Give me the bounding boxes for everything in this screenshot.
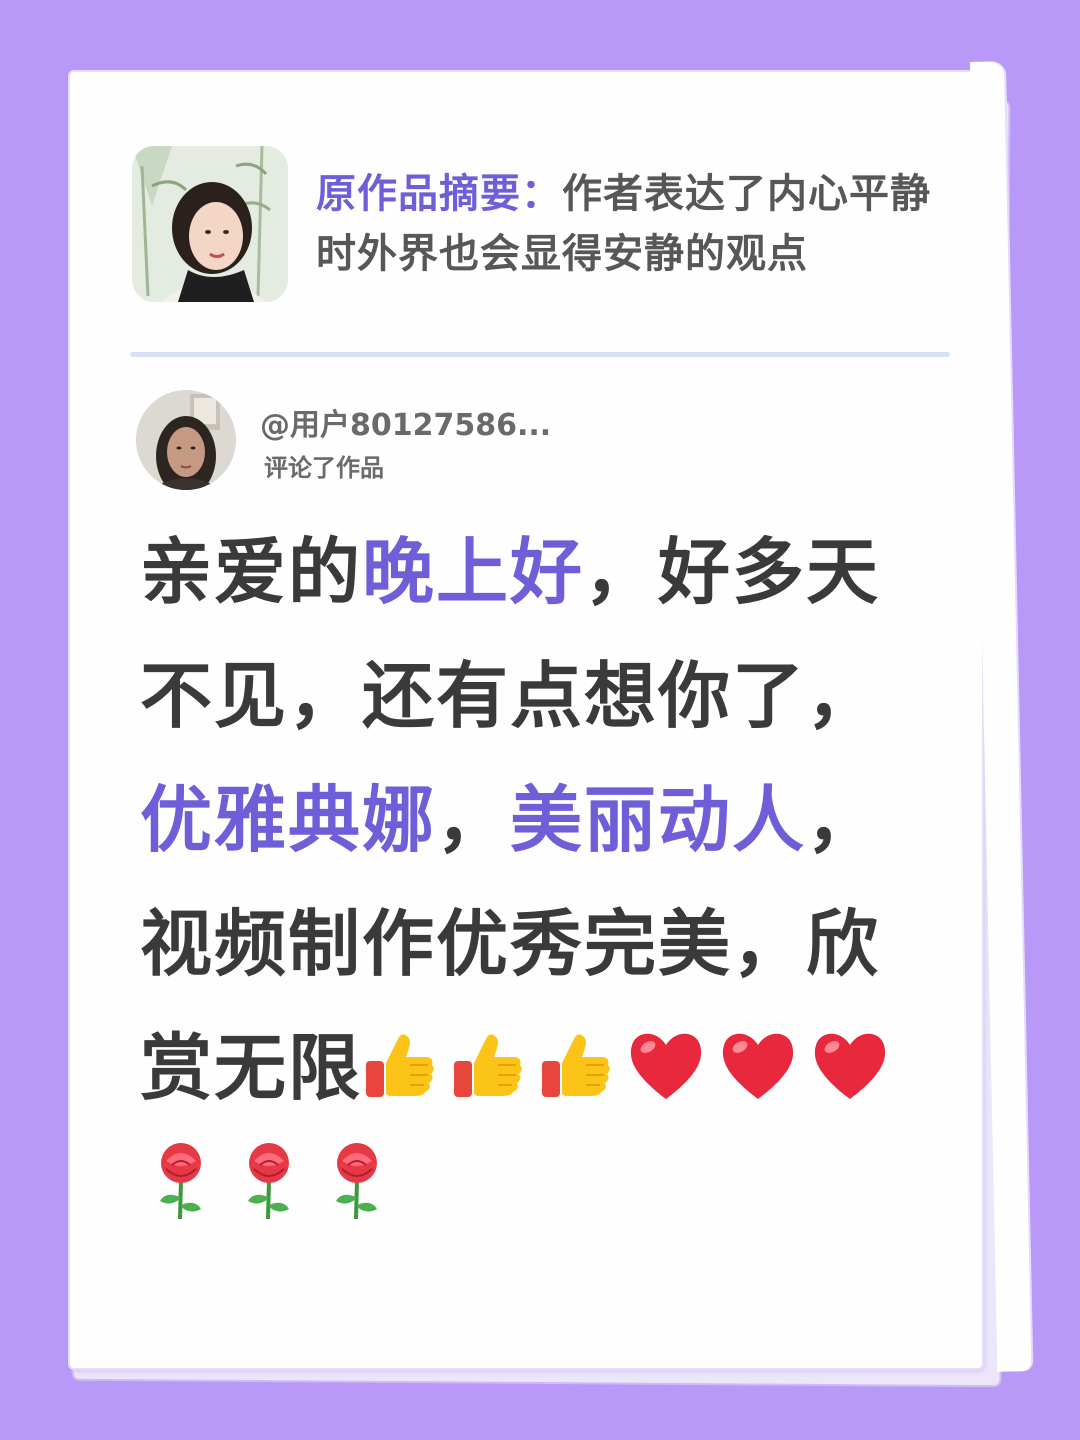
work-summary: 原作品摘要：作者表达了内心平静时外界也会显得安静的观点 <box>132 146 952 306</box>
thumbs-up-icon <box>362 1016 438 1140</box>
work-thumbnail[interactable] <box>132 146 288 302</box>
rose-icon <box>326 1134 388 1258</box>
note-card: 原作品摘要：作者表达了内心平静时外界也会显得安静的观点 @用户80127586.… <box>70 61 1032 1372</box>
commenter-row: @用户80127586... 评论了作品 <box>136 390 736 490</box>
divider <box>130 352 950 357</box>
comment-part: ， <box>436 778 511 862</box>
commenter-action: 评论了作品 <box>264 454 384 482</box>
comment-text: 亲爱的晚上好，好多天不见，还有点想你了，优雅典娜，美丽动人，视频制作优秀完美，欣… <box>140 510 950 1258</box>
comment-highlight: 美丽动人 <box>510 778 807 862</box>
comment-part: 亲爱的 <box>140 530 363 614</box>
avatar[interactable] <box>136 390 236 490</box>
rose-emojis <box>140 1134 950 1258</box>
heart-icon <box>718 1016 798 1140</box>
rose-icon <box>238 1134 300 1258</box>
comment-highlight: 晚上好 <box>362 530 585 614</box>
card-curl-edge <box>970 61 1032 1372</box>
thumbs-up-icon <box>538 1016 614 1140</box>
reaction-emojis <box>362 1016 890 1140</box>
heart-icon <box>810 1016 890 1140</box>
thumbs-up-icon <box>450 1016 526 1140</box>
comment-highlight: 优雅典娜 <box>140 778 437 862</box>
summary-text: 原作品摘要：作者表达了内心平静时外界也会显得安静的观点 <box>316 164 956 284</box>
summary-label: 原作品摘要： <box>316 171 562 217</box>
rose-icon <box>150 1134 212 1258</box>
commenter-name[interactable]: @用户80127586... <box>260 400 551 444</box>
heart-icon <box>626 1016 706 1140</box>
